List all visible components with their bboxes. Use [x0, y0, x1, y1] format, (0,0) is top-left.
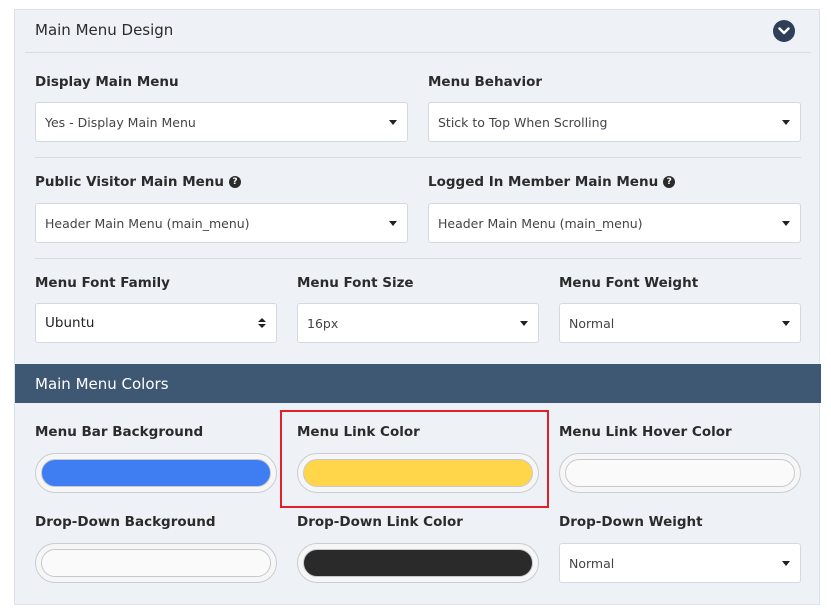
- up-down-arrows-icon: [258, 318, 266, 328]
- main-menu-design-panel: Main Menu Design Display Main Menu Yes -…: [14, 9, 821, 605]
- public-visitor-menu-label: Public Visitor Main Menu ?: [35, 174, 242, 190]
- caret-down-icon: [389, 220, 397, 226]
- dropdown-weight-label: Drop-Down Weight: [559, 514, 703, 530]
- font-size-select[interactable]: 16px: [297, 303, 539, 343]
- caret-down-icon: [782, 119, 790, 125]
- font-size-label: Menu Font Size: [297, 275, 414, 291]
- menu-link-hover-color-picker[interactable]: [559, 453, 801, 493]
- divider: [35, 157, 801, 158]
- dropdown-background-picker[interactable]: [35, 543, 277, 583]
- dropdown-weight-select[interactable]: Normal: [559, 543, 801, 583]
- display-main-menu-value: Yes - Display Main Menu: [45, 114, 196, 130]
- caret-down-icon: [389, 119, 397, 125]
- menu-bar-background-label: Menu Bar Background: [35, 424, 204, 440]
- caret-down-icon: [782, 560, 790, 566]
- font-family-label: Menu Font Family: [35, 275, 170, 291]
- help-icon[interactable]: ?: [229, 176, 242, 188]
- dropdown-link-color-swatch: [303, 549, 533, 577]
- display-main-menu-select[interactable]: Yes - Display Main Menu: [35, 102, 408, 142]
- dropdown-weight-value: Normal: [569, 555, 615, 571]
- menu-bar-background-picker[interactable]: [35, 453, 277, 493]
- menu-behavior-label: Menu Behavior: [428, 74, 543, 90]
- font-size-value: 16px: [307, 315, 339, 331]
- logged-in-menu-select[interactable]: Header Main Menu (main_menu): [428, 203, 801, 243]
- public-visitor-menu-label-text: Public Visitor Main Menu: [35, 174, 225, 190]
- menu-link-hover-color-label: Menu Link Hover Color: [559, 424, 732, 440]
- public-visitor-menu-value: Header Main Menu (main_menu): [45, 215, 250, 231]
- font-weight-value: Normal: [569, 315, 615, 331]
- dropdown-link-color-picker[interactable]: [297, 543, 539, 583]
- divider: [35, 258, 801, 259]
- display-main-menu-label: Display Main Menu: [35, 74, 179, 90]
- panel-title: Main Menu Design: [35, 21, 174, 39]
- logged-in-menu-label-text: Logged In Member Main Menu: [428, 174, 659, 190]
- colors-section-header: Main Menu Colors: [15, 364, 821, 403]
- dropdown-background-swatch: [41, 549, 271, 577]
- chevron-down-icon: [778, 27, 790, 35]
- font-family-value: Ubuntu: [45, 315, 95, 331]
- font-weight-select[interactable]: Normal: [559, 303, 801, 343]
- caret-down-icon: [782, 220, 790, 226]
- collapse-toggle-button[interactable]: [773, 20, 795, 42]
- menu-behavior-select[interactable]: Stick to Top When Scrolling: [428, 102, 801, 142]
- logged-in-menu-value: Header Main Menu (main_menu): [438, 215, 643, 231]
- font-weight-label: Menu Font Weight: [559, 275, 699, 291]
- menu-behavior-value: Stick to Top When Scrolling: [438, 114, 608, 130]
- menu-link-hover-color-swatch: [565, 459, 795, 487]
- logged-in-menu-label: Logged In Member Main Menu ?: [428, 174, 676, 190]
- highlight-box: [280, 410, 549, 508]
- dropdown-background-label: Drop-Down Background: [35, 514, 216, 530]
- divider: [25, 52, 811, 53]
- help-icon[interactable]: ?: [663, 176, 676, 188]
- caret-down-icon: [782, 320, 790, 326]
- public-visitor-menu-select[interactable]: Header Main Menu (main_menu): [35, 203, 408, 243]
- caret-down-icon: [520, 320, 528, 326]
- font-family-select[interactable]: Ubuntu: [35, 303, 277, 343]
- dropdown-link-color-label: Drop-Down Link Color: [297, 514, 463, 530]
- menu-bar-background-swatch: [41, 459, 271, 487]
